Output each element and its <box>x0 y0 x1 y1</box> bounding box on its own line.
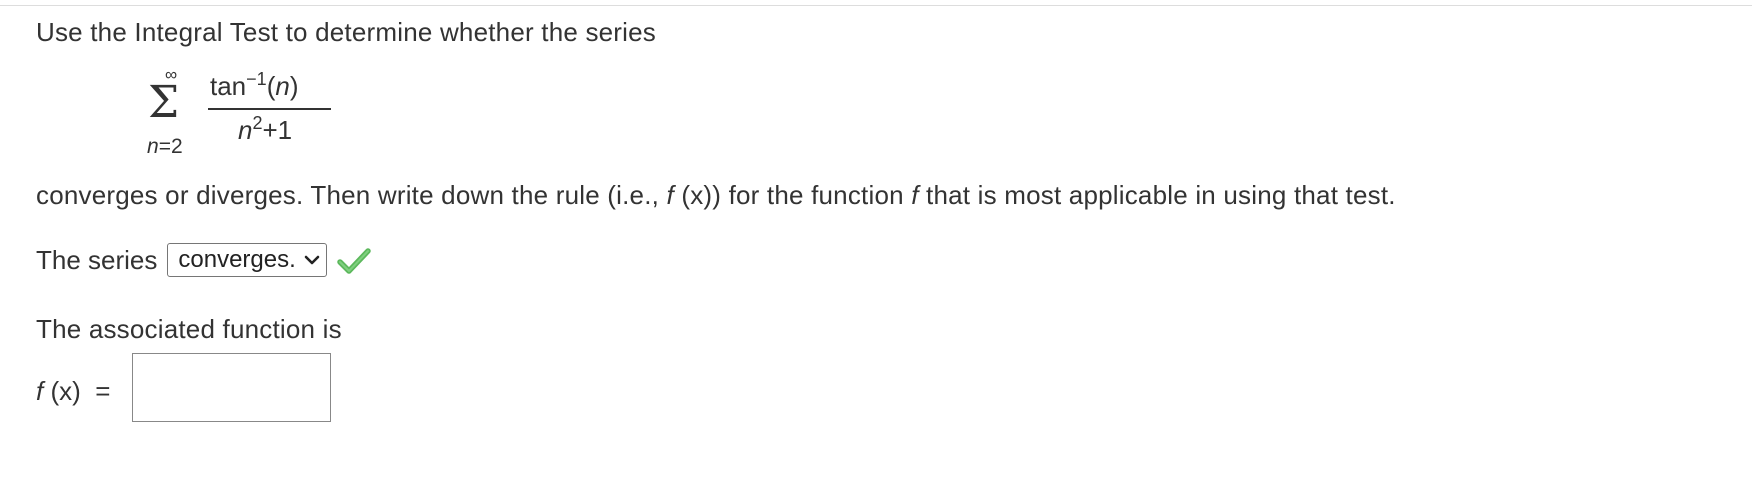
series-label: The series <box>36 244 158 275</box>
denominator-exponent: 2 <box>252 113 263 133</box>
fx-rest: (x) = <box>43 376 111 406</box>
instruction-part2: ) for the function <box>712 180 912 210</box>
question-instruction: converges or diverges. Then write down t… <box>36 179 1396 211</box>
fraction-bar <box>208 108 331 110</box>
numerator-function: tan <box>210 71 247 101</box>
question-intro: Use the Integral Test to determine wheth… <box>36 17 657 47</box>
denominator-tail: +1 <box>262 115 293 145</box>
function-answer-input[interactable] <box>132 353 331 422</box>
instruction-f2: f <box>911 180 919 210</box>
numerator-exponent: −1 <box>246 69 267 89</box>
series-expression: ∞ Σ n=2 tan−1(n) n2+1 <box>144 66 344 166</box>
denominator-variable: n <box>238 115 253 145</box>
select-value: converges. <box>178 246 296 273</box>
series-answer-row: The series converges. <box>36 241 371 279</box>
associated-function-label: The associated function is <box>36 314 342 344</box>
instruction-x: (x) <box>673 180 713 210</box>
sum-lower-limit: n=2 <box>147 136 183 158</box>
instruction-part3: that is most applicable in using that te… <box>918 180 1396 210</box>
fraction-denominator: n2+1 <box>238 113 293 145</box>
instruction-part1: converges or diverges. Then write down t… <box>36 180 667 210</box>
instruction-f: f <box>666 180 674 210</box>
fraction-numerator: tan−1(n) <box>210 69 299 101</box>
correct-check-icon <box>337 247 371 282</box>
chevron-down-icon <box>304 255 320 265</box>
converge-diverge-select[interactable]: converges. <box>167 243 327 277</box>
numerator-close-paren: ) <box>289 71 299 101</box>
numerator-argument: n <box>275 71 290 101</box>
sum-index-start: =2 <box>158 135 183 158</box>
sum-index-var: n <box>147 135 159 158</box>
fx-label: f (x) = <box>36 375 110 407</box>
top-divider <box>0 5 1752 6</box>
sigma-symbol: Σ <box>148 77 180 128</box>
